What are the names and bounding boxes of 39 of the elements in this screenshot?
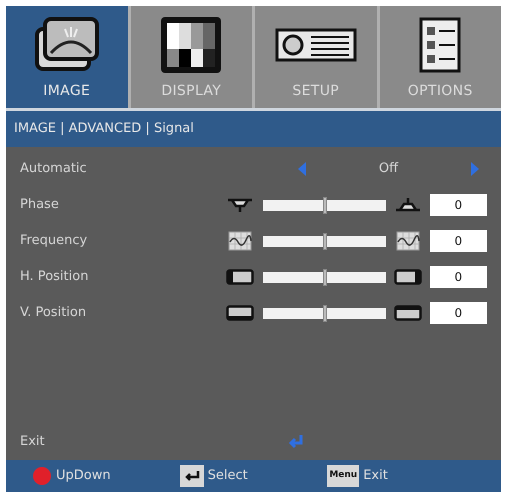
wave-grid-icon xyxy=(228,231,252,251)
setting-label: Frequency xyxy=(20,232,88,250)
menu-tab[interactable]: IMAGE xyxy=(6,6,128,108)
setting-value: Off xyxy=(378,160,400,178)
horizontal-position-icon xyxy=(394,269,422,285)
phase-up-icon xyxy=(394,197,421,213)
menu-tab[interactable]: OPTIONS xyxy=(380,6,501,108)
value-field: 0 xyxy=(430,194,488,216)
hint-label: UpDown xyxy=(56,467,111,486)
exit-label[interactable]: Exit xyxy=(20,432,288,452)
menu-tab[interactable]: SETUP xyxy=(255,6,376,108)
monitor-icon xyxy=(159,15,224,75)
slider-thumb[interactable] xyxy=(322,196,327,214)
value-field: 0 xyxy=(430,302,488,324)
dpad-icon xyxy=(32,466,52,486)
breadcrumb: IMAGE | ADVANCED | Signal xyxy=(6,111,501,147)
setting-label: H. Position xyxy=(20,268,90,286)
vertical-position-icon xyxy=(226,305,254,321)
setting-label: Phase xyxy=(20,196,60,214)
slider-thumb[interactable] xyxy=(322,304,327,322)
slider-thumb[interactable] xyxy=(322,232,327,250)
enter-arrow-icon xyxy=(288,434,304,450)
slider-thumb[interactable] xyxy=(322,268,327,286)
menu-key: Menu xyxy=(327,465,360,487)
pictures-icon xyxy=(34,17,99,73)
enter-key-icon xyxy=(180,465,204,487)
projector-icon xyxy=(274,28,357,62)
wave-grid-icon xyxy=(396,231,420,251)
value-field: 0 xyxy=(430,266,488,288)
menu-tab[interactable]: DISPLAY xyxy=(130,6,252,108)
setting-label: V. Position xyxy=(20,304,88,322)
horizontal-position-icon xyxy=(226,269,254,285)
value-field: 0 xyxy=(430,230,488,252)
setting-label: Automatic xyxy=(20,160,88,178)
vertical-position-icon xyxy=(394,305,422,321)
hint-label: Select xyxy=(208,467,248,486)
phase-down-icon xyxy=(226,197,253,213)
checklist-icon xyxy=(419,17,462,73)
hint-label: Exit xyxy=(363,467,388,486)
